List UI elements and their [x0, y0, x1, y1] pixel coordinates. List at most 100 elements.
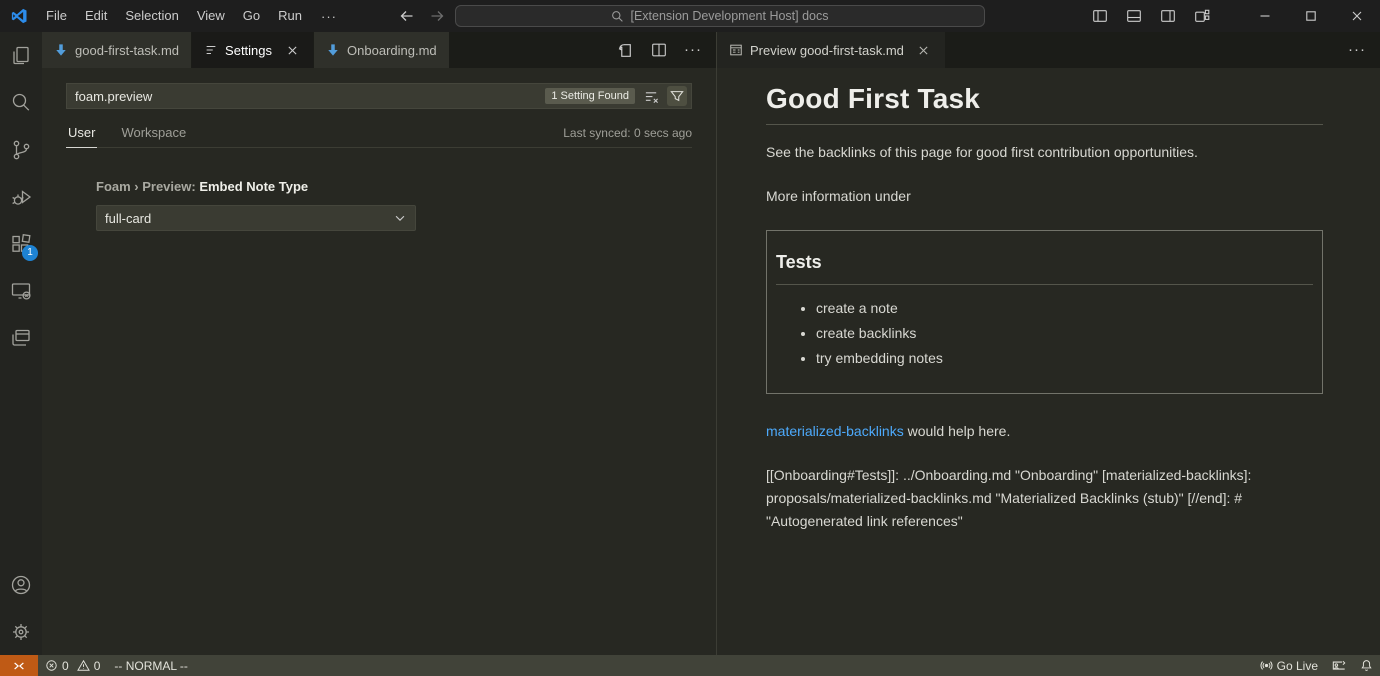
tabstrip-left: good-first-task.md Settings [42, 32, 716, 68]
maximize-button[interactable] [1288, 0, 1334, 32]
toggle-primary-sidebar-icon[interactable] [1088, 4, 1112, 28]
preview-paragraph: More information under [766, 186, 1323, 206]
run-debug-icon[interactable] [0, 173, 42, 220]
chevron-down-icon [393, 211, 407, 225]
split-editor-icon[interactable] [648, 39, 670, 61]
notifications-bell-icon[interactable] [1353, 655, 1380, 676]
search-icon [611, 10, 624, 23]
setting-category: Foam › Preview: [96, 179, 199, 194]
close-window-button[interactable] [1334, 0, 1380, 32]
problems-indicator[interactable]: 0 0 [38, 655, 107, 676]
remote-indicator[interactable] [0, 655, 38, 676]
vscode-window: File Edit Selection View Go Run ··· [Ext… [0, 0, 1380, 676]
settings-scope-tabs: User Workspace Last synced: 0 secs ago [66, 125, 692, 148]
remote-explorer-icon[interactable] [0, 267, 42, 314]
search-view-icon[interactable] [0, 79, 42, 126]
materialized-backlinks-link[interactable]: materialized-backlinks [766, 423, 904, 439]
open-settings-json-icon[interactable] [614, 39, 636, 61]
clear-settings-search-icon[interactable] [641, 86, 661, 106]
menu-view[interactable]: View [188, 5, 234, 27]
warning-icon [77, 659, 90, 672]
last-synced-label: Last synced: 0 secs ago [563, 126, 692, 147]
editor-group-right: Preview good-first-task.md ··· Good Firs… [716, 32, 1380, 655]
embedded-note-card: Tests create a note create backlinks try… [766, 230, 1323, 394]
embedded-note-list: create a note create backlinks try embed… [776, 298, 1313, 368]
settings-gear-icon[interactable] [0, 608, 42, 655]
preview-title: Good First Task [766, 83, 1323, 125]
vscode-logo-icon [9, 6, 29, 26]
status-bar: 0 0 -- NORMAL -- Go Live [0, 655, 1380, 676]
settings-editor: 1 Setting Found User Workspace Last sync… [42, 68, 716, 655]
embedded-note-heading: Tests [776, 252, 1313, 285]
extensions-icon[interactable]: 1 [0, 220, 42, 267]
markdown-icon [54, 43, 68, 57]
titlebar: File Edit Selection View Go Run ··· [Ext… [0, 0, 1380, 32]
markdown-icon [326, 43, 340, 57]
vim-mode-label: -- NORMAL -- [114, 659, 188, 673]
go-live-button[interactable]: Go Live [1253, 655, 1325, 676]
scope-tab-user[interactable]: User [66, 125, 97, 148]
list-item: try embedding notes [816, 348, 1313, 368]
link-suffix-text: would help here. [904, 423, 1011, 439]
tab-settings[interactable]: Settings [192, 32, 314, 68]
tab-label: Onboarding.md [347, 43, 437, 58]
minimize-button[interactable] [1242, 0, 1288, 32]
dropdown-value: full-card [105, 211, 151, 226]
menu-more-button[interactable]: ··· [311, 9, 347, 24]
close-tab-icon[interactable] [915, 41, 933, 59]
vim-mode-indicator[interactable]: -- NORMAL -- [107, 655, 195, 676]
go-live-label: Go Live [1277, 659, 1318, 673]
navigate-forward-icon[interactable] [426, 5, 448, 27]
filter-settings-icon[interactable] [667, 86, 687, 106]
tab-label: Preview good-first-task.md [750, 43, 904, 58]
preview-footnote: [[Onboarding#Tests]]: ../Onboarding.md "… [766, 464, 1323, 533]
markdown-preview-icon [729, 43, 743, 57]
editor-layouts-icon[interactable] [0, 314, 42, 361]
list-item: create a note [816, 298, 1313, 318]
menu-go[interactable]: Go [234, 5, 269, 27]
editor-group-left: good-first-task.md Settings [42, 32, 716, 655]
menu-edit[interactable]: Edit [76, 5, 116, 27]
tab-onboarding[interactable]: Onboarding.md [314, 32, 450, 68]
scope-tab-workspace[interactable]: Workspace [119, 125, 188, 148]
activity-bar: 1 [0, 32, 42, 655]
accounts-icon[interactable] [0, 561, 42, 608]
markdown-preview-pane: Good First Task See the backlinks of thi… [717, 68, 1380, 655]
list-item: create backlinks [816, 323, 1313, 343]
error-count: 0 [62, 659, 69, 673]
setting-title: Foam › Preview: Embed Note Type [96, 179, 692, 194]
explorer-icon[interactable] [0, 32, 42, 79]
command-center-search[interactable]: [Extension Development Host] docs [455, 5, 985, 27]
results-count-badge: 1 Setting Found [545, 88, 635, 104]
settings-search-box[interactable]: 1 Setting Found [66, 83, 692, 109]
source-control-icon[interactable] [0, 126, 42, 173]
more-actions-icon[interactable]: ··· [1346, 39, 1368, 61]
close-tab-icon[interactable] [283, 41, 301, 59]
tab-label: Settings [225, 43, 272, 58]
command-center-label: [Extension Development Host] docs [630, 9, 828, 23]
menu-run[interactable]: Run [269, 5, 311, 27]
toggle-panel-icon[interactable] [1122, 4, 1146, 28]
warning-count: 0 [94, 659, 101, 673]
more-actions-icon[interactable]: ··· [682, 39, 704, 61]
menu-selection[interactable]: Selection [116, 5, 187, 27]
extensions-badge: 1 [22, 245, 38, 261]
feedback-icon[interactable] [1325, 655, 1353, 676]
customize-layout-icon[interactable] [1190, 4, 1214, 28]
tab-preview-good-first-task[interactable]: Preview good-first-task.md [717, 32, 946, 68]
preview-link-line: materialized-backlinks would help here. [766, 421, 1323, 441]
toggle-secondary-sidebar-icon[interactable] [1156, 4, 1180, 28]
preview-paragraph: See the backlinks of this page for good … [766, 142, 1323, 162]
setting-row-embed-note-type: Foam › Preview: Embed Note Type full-car… [66, 179, 692, 231]
error-icon [45, 659, 58, 672]
navigate-back-icon[interactable] [396, 5, 418, 27]
broadcast-icon [1260, 659, 1273, 672]
tabstrip-right: Preview good-first-task.md ··· [717, 32, 1380, 68]
settings-search-input[interactable] [75, 89, 539, 104]
menu-file[interactable]: File [37, 5, 76, 27]
tab-good-first-task[interactable]: good-first-task.md [42, 32, 192, 68]
tab-label: good-first-task.md [75, 43, 179, 58]
setting-name: Embed Note Type [199, 179, 308, 194]
embed-note-type-dropdown[interactable]: full-card [96, 205, 416, 231]
settings-editor-icon [204, 43, 218, 57]
